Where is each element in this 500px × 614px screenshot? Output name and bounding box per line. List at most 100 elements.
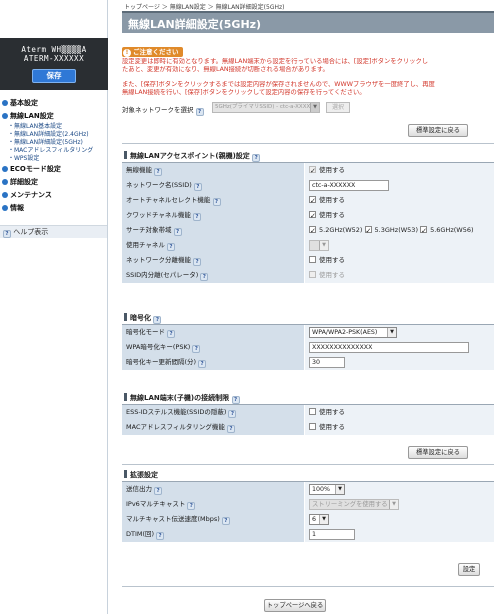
back-to-top-button[interactable]: トップページへ戻る: [264, 599, 326, 612]
sidebar-subitem-wireless-5ghz[interactable]: ・無線LAN詳細設定(5GHz): [0, 139, 108, 147]
help-icon[interactable]: ?: [212, 197, 221, 206]
title-bar: 無線LAN詳細設定(5GHz): [122, 11, 494, 33]
row-label: 暗号化モード ?: [122, 325, 304, 340]
band-w52-checkbox[interactable]: [309, 224, 316, 239]
help-icon[interactable]: ?: [252, 153, 261, 162]
row-value: ▼: [305, 238, 494, 253]
chevron-down-icon: ▼: [335, 485, 344, 494]
network-separator-checkbox[interactable]: [309, 256, 316, 263]
wireless-enable-checkbox[interactable]: [309, 164, 316, 179]
row-key-interval: 暗号化キー更新間隔(分) ? 30: [122, 355, 494, 370]
auto-channel-checkbox[interactable]: [309, 194, 316, 209]
section-title-text: 拡張設定: [130, 471, 158, 479]
channel-select[interactable]: ▼: [309, 240, 329, 251]
mac-filter-checkbox[interactable]: [309, 423, 316, 430]
help-icon[interactable]: ?: [226, 424, 235, 433]
notice-line: 設定変更は即時に有効となります。無線LAN端末から設定を行っている場合には、[設…: [122, 58, 429, 65]
help-icon[interactable]: ?: [193, 257, 202, 266]
reset-defaults-button[interactable]: 標準設定に戻る: [408, 124, 468, 137]
multicast-rate-select[interactable]: 6 ▼: [309, 514, 329, 525]
page-title: 無線LAN詳細設定(5GHz): [128, 18, 262, 31]
target-network-select[interactable]: 5GHz(プライマリSSID) - ctc-a-XXXXXX ▼: [212, 102, 320, 113]
ipv6-multicast-select[interactable]: ストリーミングを使用する ▼: [309, 499, 399, 510]
sidebar-subitem-wps[interactable]: ・WPS設定: [0, 155, 108, 163]
label-text: マルチキャスト伝送速度(Mbps): [126, 515, 220, 523]
label-text: サーチ対象帯域: [126, 226, 172, 234]
help-icon[interactable]: ?: [195, 107, 204, 116]
help-toggle[interactable]: ? ヘルプ表示: [0, 225, 107, 238]
label-text: WPA暗号化キー(PSK): [126, 343, 191, 351]
stealth-checkbox[interactable]: [309, 408, 316, 415]
help-icon[interactable]: ?: [154, 486, 163, 495]
sidebar-item-eco[interactable]: ECOモード設定: [0, 163, 108, 176]
help-icon[interactable]: ?: [198, 359, 207, 368]
row-value: 100% ▼: [305, 482, 494, 497]
section-title-text: 無線LAN端末(子機)の接続制限: [130, 394, 230, 402]
sidebar-item-info[interactable]: 情報: [0, 202, 108, 215]
row-channel: 使用チャネル ? ▼: [122, 238, 494, 253]
psk-input[interactable]: XXXXXXXXXXXXXX: [309, 342, 469, 353]
help-icon[interactable]: ?: [221, 516, 230, 525]
key-interval-input[interactable]: 30: [309, 357, 345, 368]
encryption-mode-select[interactable]: WPA/WPA2-PSK(AES) ▼: [309, 327, 397, 338]
select-value: 6: [312, 516, 317, 523]
ssid-input[interactable]: ctc-a-XXXXXX: [309, 180, 389, 191]
help-icon[interactable]: ?: [167, 329, 176, 338]
help-icon[interactable]: ?: [192, 344, 201, 353]
notice-line: また、[保存]ボタンをクリックするまでは設定内容が保存されませんので、WWWブラ…: [122, 81, 435, 88]
row-label: DTIM(回) ?: [122, 527, 304, 542]
dtim-input[interactable]: 1: [309, 529, 355, 540]
checkbox-label: 5.6GHz(W56): [430, 226, 474, 234]
section-title: 無線LAN端末(子機)の接続制限 ?: [122, 392, 494, 405]
ssid-separator-checkbox[interactable]: [309, 271, 316, 278]
band-w56-checkbox[interactable]: [420, 224, 428, 239]
notice-label: ご注意ください: [133, 48, 179, 56]
sidebar-item-wireless[interactable]: 無線LAN設定: [0, 110, 108, 123]
help-icon[interactable]: ?: [193, 212, 202, 221]
section-title-text: 暗号化: [130, 314, 151, 322]
sidebar-subitem-wireless-basic[interactable]: ・無線LAN基本設定: [0, 123, 108, 131]
help-icon[interactable]: ?: [154, 167, 163, 176]
row-auto-channel: オートチャネルセレクト機能 ? 使用する: [122, 193, 494, 209]
sidebar-item-advanced[interactable]: 詳細設定: [0, 176, 108, 189]
sidebar-item-label: ECOモード設定: [10, 165, 61, 173]
help-icon[interactable]: ?: [173, 227, 182, 236]
label-text: ネットワーク分離機能: [126, 256, 191, 264]
checkbox-label: 使用する: [319, 211, 345, 219]
row-value: 使用する: [305, 253, 494, 268]
label-text: MACアドレスフィルタリング機能: [126, 423, 225, 431]
target-network-select-button[interactable]: 選択: [326, 102, 350, 113]
notice-line: たあと、変更が有効になり、無線LAN接続が切断される場合があります。: [122, 66, 329, 73]
warning-icon: !: [123, 49, 131, 57]
row-search-band: サーチ対象帯域 ? 5.2GHz(W52) 5.3GHz(W53) 5.6GHz…: [122, 223, 494, 239]
help-icon[interactable]: ?: [153, 315, 162, 324]
help-icon[interactable]: ?: [156, 531, 165, 540]
sidebar-item-basic[interactable]: 基本設定: [0, 97, 108, 110]
row-value: ctc-a-XXXXXX: [305, 178, 494, 193]
label-text: ネットワーク名(SSID): [126, 181, 192, 189]
row-label: IPv6マルチキャスト ?: [122, 497, 304, 512]
help-icon[interactable]: ?: [167, 242, 176, 251]
band-w53-checkbox[interactable]: [364, 224, 372, 239]
help-icon[interactable]: ?: [200, 272, 209, 281]
sidebar-item-label: 情報: [10, 204, 24, 212]
help-icon[interactable]: ?: [193, 182, 202, 191]
checkbox-label: 使用する: [319, 408, 345, 416]
help-icon[interactable]: ?: [228, 409, 237, 418]
tx-power-select[interactable]: 100% ▼: [309, 484, 345, 495]
sidebar-item-label: 詳細設定: [10, 178, 38, 186]
chevron-down-icon: ▼: [389, 500, 398, 509]
row-value: 使用する: [305, 405, 494, 420]
help-icon[interactable]: ?: [231, 395, 240, 404]
help-icon[interactable]: ?: [187, 501, 196, 510]
section-client-limit: 無線LAN端末(子機)の接続制限 ? ESS-IDステルス機能(SSIDの隠蔽)…: [122, 392, 494, 435]
row-value: 使用する: [305, 163, 494, 179]
sidebar-item-maintenance[interactable]: メンテナンス: [0, 189, 108, 202]
apply-button[interactable]: 設定: [458, 563, 480, 576]
row-label: 無線機能 ?: [122, 163, 304, 178]
quad-channel-checkbox[interactable]: [309, 209, 316, 224]
sidebar-subitem-wireless-24ghz[interactable]: ・無線LAN詳細設定(2.4GHz): [0, 131, 108, 139]
save-button[interactable]: 保存: [32, 69, 76, 83]
reset-defaults-button[interactable]: 標準設定に戻る: [408, 446, 468, 459]
sidebar-subitem-mac-filter[interactable]: ・MACアドレスフィルタリング: [0, 147, 108, 155]
